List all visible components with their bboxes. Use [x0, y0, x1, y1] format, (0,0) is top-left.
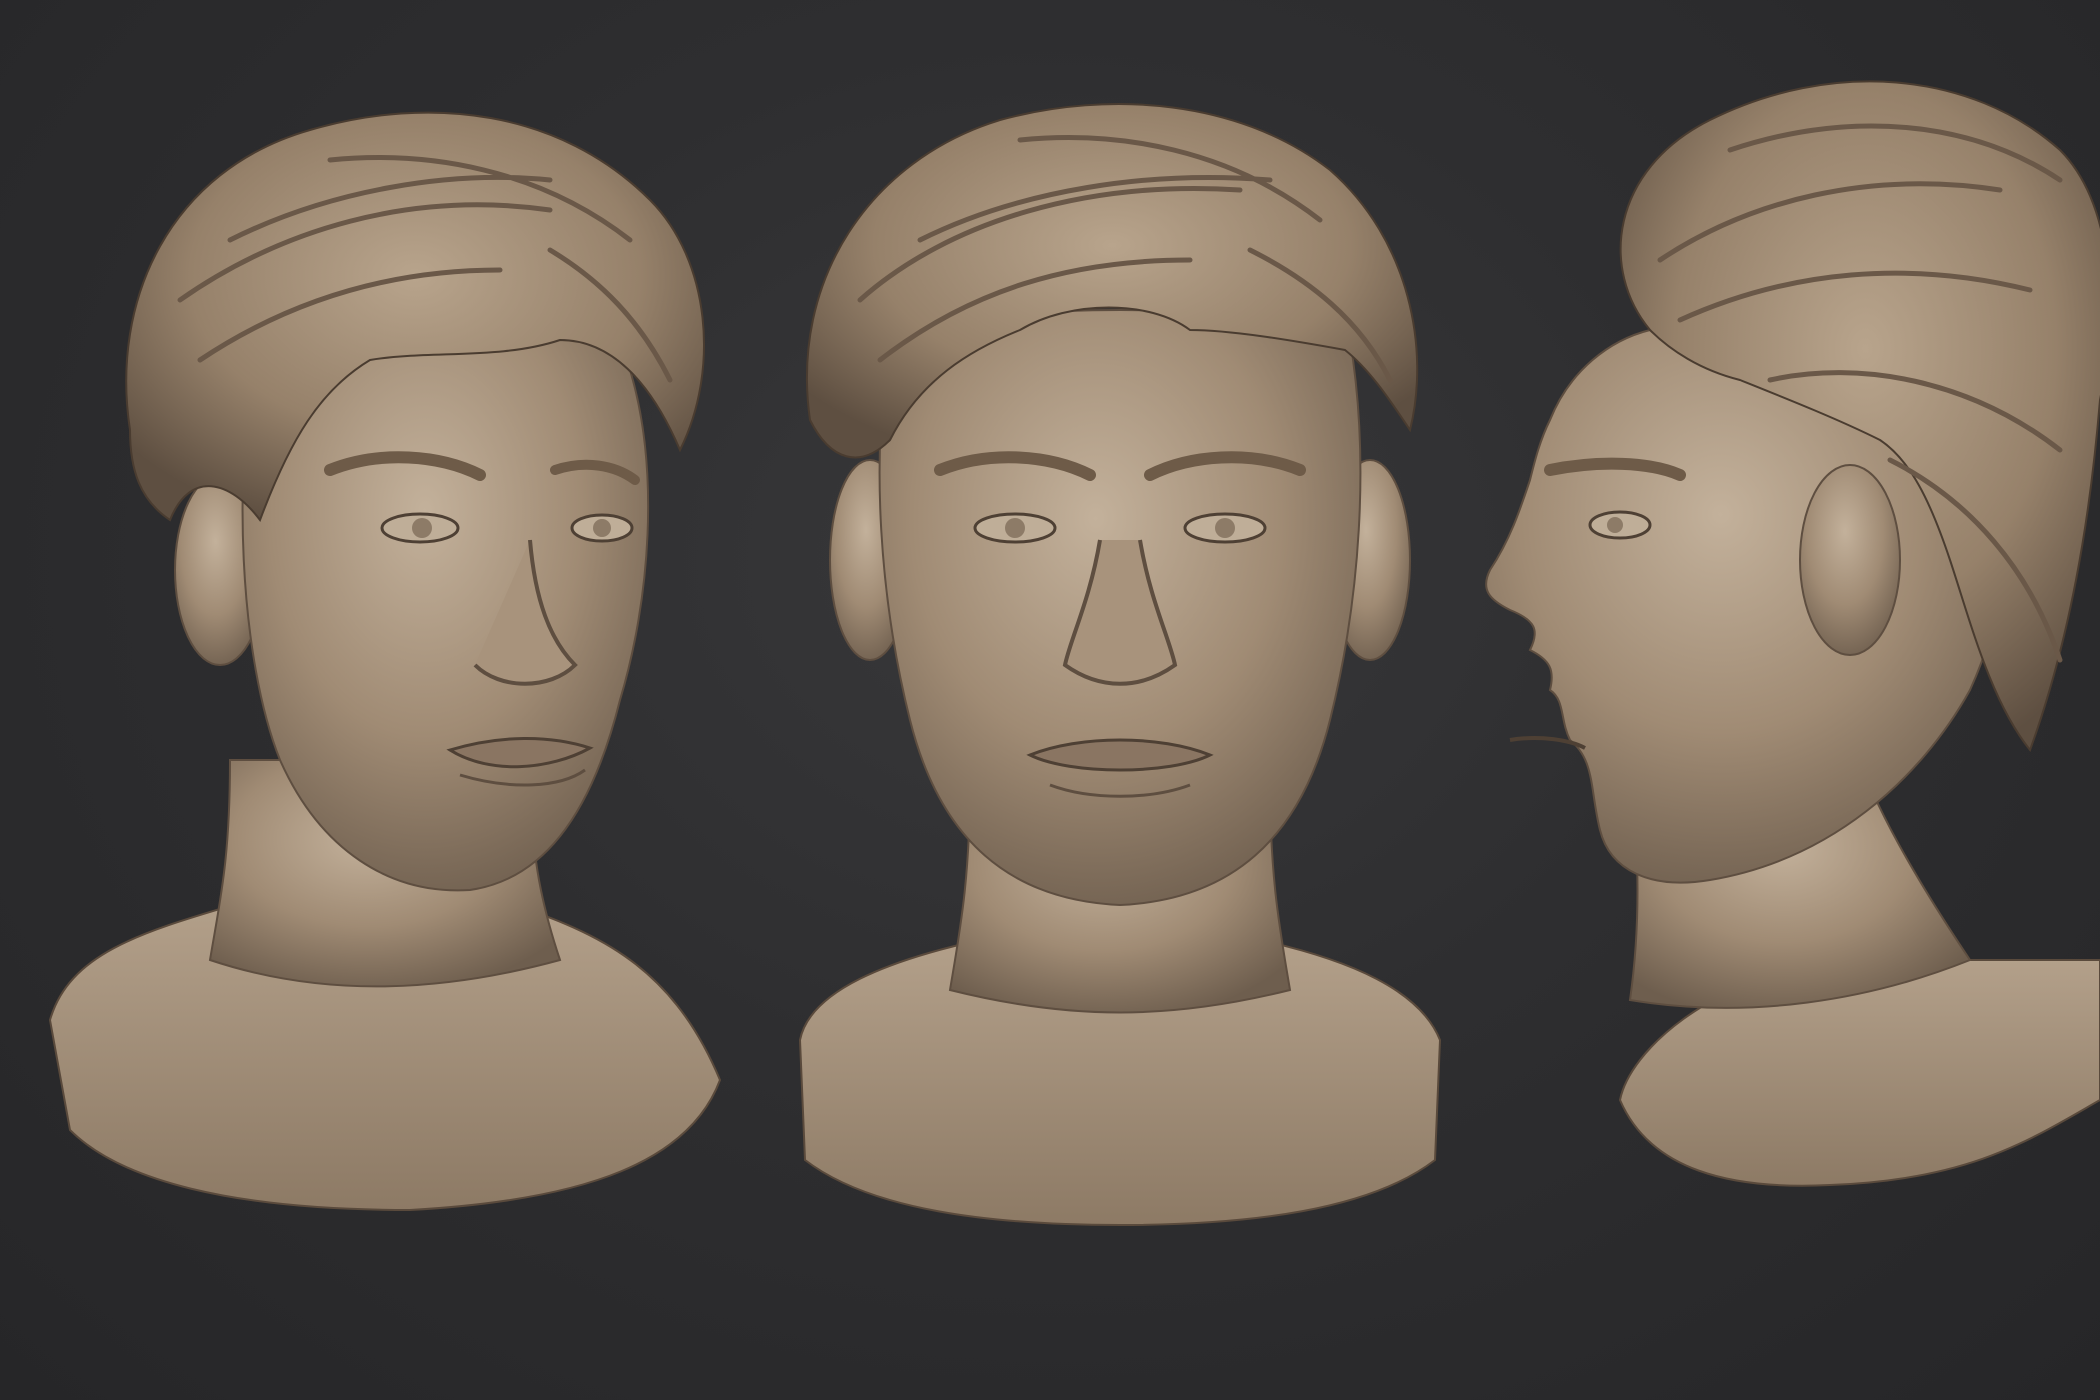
bust-three-quarter-view [30, 0, 730, 1250]
bust-profile-view [1410, 0, 2100, 1250]
sculpt-viewport[interactable] [0, 0, 2100, 1400]
bust-front-view [770, 0, 1470, 1250]
